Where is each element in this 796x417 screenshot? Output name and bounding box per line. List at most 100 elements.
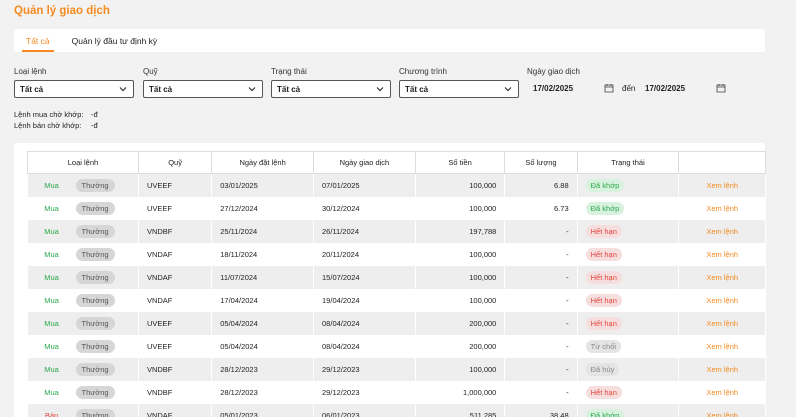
fund-value: Tất cả bbox=[149, 84, 173, 94]
view-order-link[interactable]: Xem lệnh bbox=[678, 265, 766, 289]
amount-cell: 200,000 bbox=[415, 311, 506, 335]
view-order-link[interactable]: Xem lệnh bbox=[678, 196, 766, 220]
order-type-cell: Mua Thường bbox=[27, 288, 139, 312]
order-type-cell: Mua Thường bbox=[27, 380, 139, 404]
fund-label: Quỹ bbox=[143, 67, 158, 76]
order-side: Mua bbox=[44, 341, 59, 351]
quantity-cell: - bbox=[504, 219, 578, 243]
order-type-cell: Bán Thường bbox=[27, 403, 139, 417]
status-value: Tất cả bbox=[277, 84, 301, 94]
amount-cell: 511,285 bbox=[415, 403, 506, 417]
order-date-cell: 25/11/2024 bbox=[211, 219, 315, 243]
fund-cell: UVEEF bbox=[138, 196, 213, 220]
view-order-link[interactable]: Xem lệnh bbox=[678, 403, 766, 417]
table-row: Mua Thường UVEEF 03/01/2025 07/01/2025 100,00… bbox=[27, 173, 766, 197]
view-order-link[interactable]: Xem lệnh bbox=[678, 357, 766, 381]
col-fund[interactable]: Quỹ bbox=[138, 151, 213, 174]
status-cell: Đã khớp bbox=[577, 196, 680, 220]
date-to-input[interactable]: 17/02/2025 bbox=[645, 84, 685, 93]
date-range-separator: đến bbox=[622, 84, 636, 93]
view-order-link[interactable]: Xem lệnh bbox=[678, 288, 766, 312]
status-select[interactable]: Tất cả bbox=[271, 80, 391, 98]
fund-cell: UVEEF bbox=[138, 173, 213, 197]
trade-date-cell: 15/07/2024 bbox=[313, 265, 416, 289]
status-cell: Đã khớp bbox=[577, 173, 680, 197]
status-badge: Hết hạn bbox=[585, 224, 622, 238]
order-date-cell: 05/01/2023 bbox=[211, 403, 315, 417]
table-row: Mua Thường VNDBF 28/12/2023 29/12/2023 100,00… bbox=[27, 357, 766, 381]
status-badge: Hết hạn bbox=[585, 316, 622, 330]
order-side: Mua bbox=[44, 387, 59, 397]
view-order-link[interactable]: Xem lệnh bbox=[678, 219, 766, 243]
amount-cell: 100,000 bbox=[415, 196, 506, 220]
table-header-row: Loại lệnh Quỹ Ngày đặt lệnh Ngày giao dị… bbox=[27, 151, 766, 174]
order-date-cell: 11/07/2024 bbox=[211, 265, 315, 289]
tab-all[interactable]: Tất cả bbox=[22, 29, 54, 52]
sell-pending-summary: Lệnh bán chờ khớp: -đ bbox=[14, 121, 98, 130]
quantity-cell: - bbox=[504, 357, 578, 381]
date-from-input[interactable]: 17/02/2025 bbox=[533, 84, 573, 93]
quantity-cell: - bbox=[504, 265, 578, 289]
status-cell: Hết hạn bbox=[577, 242, 680, 266]
order-side: Mua bbox=[44, 180, 59, 190]
order-date-cell: 27/12/2024 bbox=[211, 196, 315, 220]
order-kind-badge: Thường bbox=[75, 385, 115, 399]
view-order-link[interactable]: Xem lệnh bbox=[678, 173, 766, 197]
amount-cell: 100,000 bbox=[415, 288, 506, 312]
view-order-link[interactable]: Xem lệnh bbox=[678, 311, 766, 335]
fund-cell: VNDBF bbox=[138, 357, 213, 381]
order-side: Mua bbox=[44, 364, 59, 374]
order-kind-badge: Thường bbox=[75, 247, 115, 261]
col-amount[interactable]: Số tiền bbox=[415, 151, 506, 174]
program-select[interactable]: Tất cả bbox=[399, 80, 519, 98]
table-row: Mua Thường VNDAF 17/04/2024 19/04/2024 100,00… bbox=[27, 288, 766, 312]
col-trade-date[interactable]: Ngày giao dịch bbox=[313, 151, 416, 174]
trade-date-cell: 29/12/2023 bbox=[313, 380, 416, 404]
order-kind-badge: Thường bbox=[75, 293, 115, 307]
order-type-cell: Mua Thường bbox=[27, 357, 139, 381]
calendar-icon[interactable] bbox=[604, 83, 614, 93]
col-order-date[interactable]: Ngày đặt lệnh bbox=[211, 151, 315, 174]
col-status[interactable]: Trạng thái bbox=[577, 151, 680, 174]
order-kind-badge: Thường bbox=[75, 201, 115, 215]
program-label: Chương trình bbox=[399, 67, 447, 76]
trade-date-label: Ngày giao dịch bbox=[527, 67, 580, 76]
order-date-cell: 03/01/2025 bbox=[211, 173, 315, 197]
col-quantity[interactable]: Số lượng bbox=[504, 151, 578, 174]
order-type-cell: Mua Thường bbox=[27, 265, 139, 289]
status-cell: Hết hạn bbox=[577, 219, 680, 243]
status-cell: Đã khớp bbox=[577, 403, 680, 417]
status-badge: Hết hạn bbox=[585, 293, 622, 307]
transactions-table: Loại lệnh Quỹ Ngày đặt lệnh Ngày giao dị… bbox=[27, 151, 766, 417]
fund-cell: VNDBF bbox=[138, 380, 213, 404]
col-order-type[interactable]: Loại lệnh bbox=[27, 151, 139, 174]
order-side: Mua bbox=[44, 249, 59, 259]
view-order-link[interactable]: Xem lệnh bbox=[678, 334, 766, 358]
order-kind-badge: Thường bbox=[75, 270, 115, 284]
amount-cell: 197,788 bbox=[415, 219, 506, 243]
quantity-cell: - bbox=[504, 380, 578, 404]
amount-cell: 100,000 bbox=[415, 357, 506, 381]
order-kind-badge: Thường bbox=[75, 362, 115, 376]
view-order-link[interactable]: Xem lệnh bbox=[678, 380, 766, 404]
status-cell: Hết hạn bbox=[577, 265, 680, 289]
order-side: Mua bbox=[44, 272, 59, 282]
status-badge: Đã khớp bbox=[585, 408, 625, 417]
calendar-icon[interactable] bbox=[716, 83, 726, 93]
fund-select[interactable]: Tất cả bbox=[143, 80, 263, 98]
order-side: Mua bbox=[44, 203, 59, 213]
sell-pending-label: Lệnh bán chờ khớp: bbox=[14, 121, 82, 130]
tab-periodic-investment[interactable]: Quản lý đầu tư định kỳ bbox=[72, 29, 158, 52]
amount-cell: 1,000,000 bbox=[415, 380, 506, 404]
fund-cell: VNDBF bbox=[138, 219, 213, 243]
order-type-cell: Mua Thường bbox=[27, 242, 139, 266]
trade-date-cell: 06/01/2023 bbox=[313, 403, 416, 417]
buy-pending-value: -đ bbox=[91, 110, 98, 119]
table-row: Bán Thường VNDAF 05/01/2023 06/01/2023 511,28… bbox=[27, 403, 766, 417]
order-kind-badge: Thường bbox=[75, 408, 115, 417]
trade-date-cell: 30/12/2024 bbox=[313, 196, 416, 220]
view-order-link[interactable]: Xem lệnh bbox=[678, 242, 766, 266]
status-badge: Hết hạn bbox=[585, 247, 622, 261]
order-type-select[interactable]: Tất cả bbox=[14, 80, 134, 98]
order-date-cell: 17/04/2024 bbox=[211, 288, 315, 312]
